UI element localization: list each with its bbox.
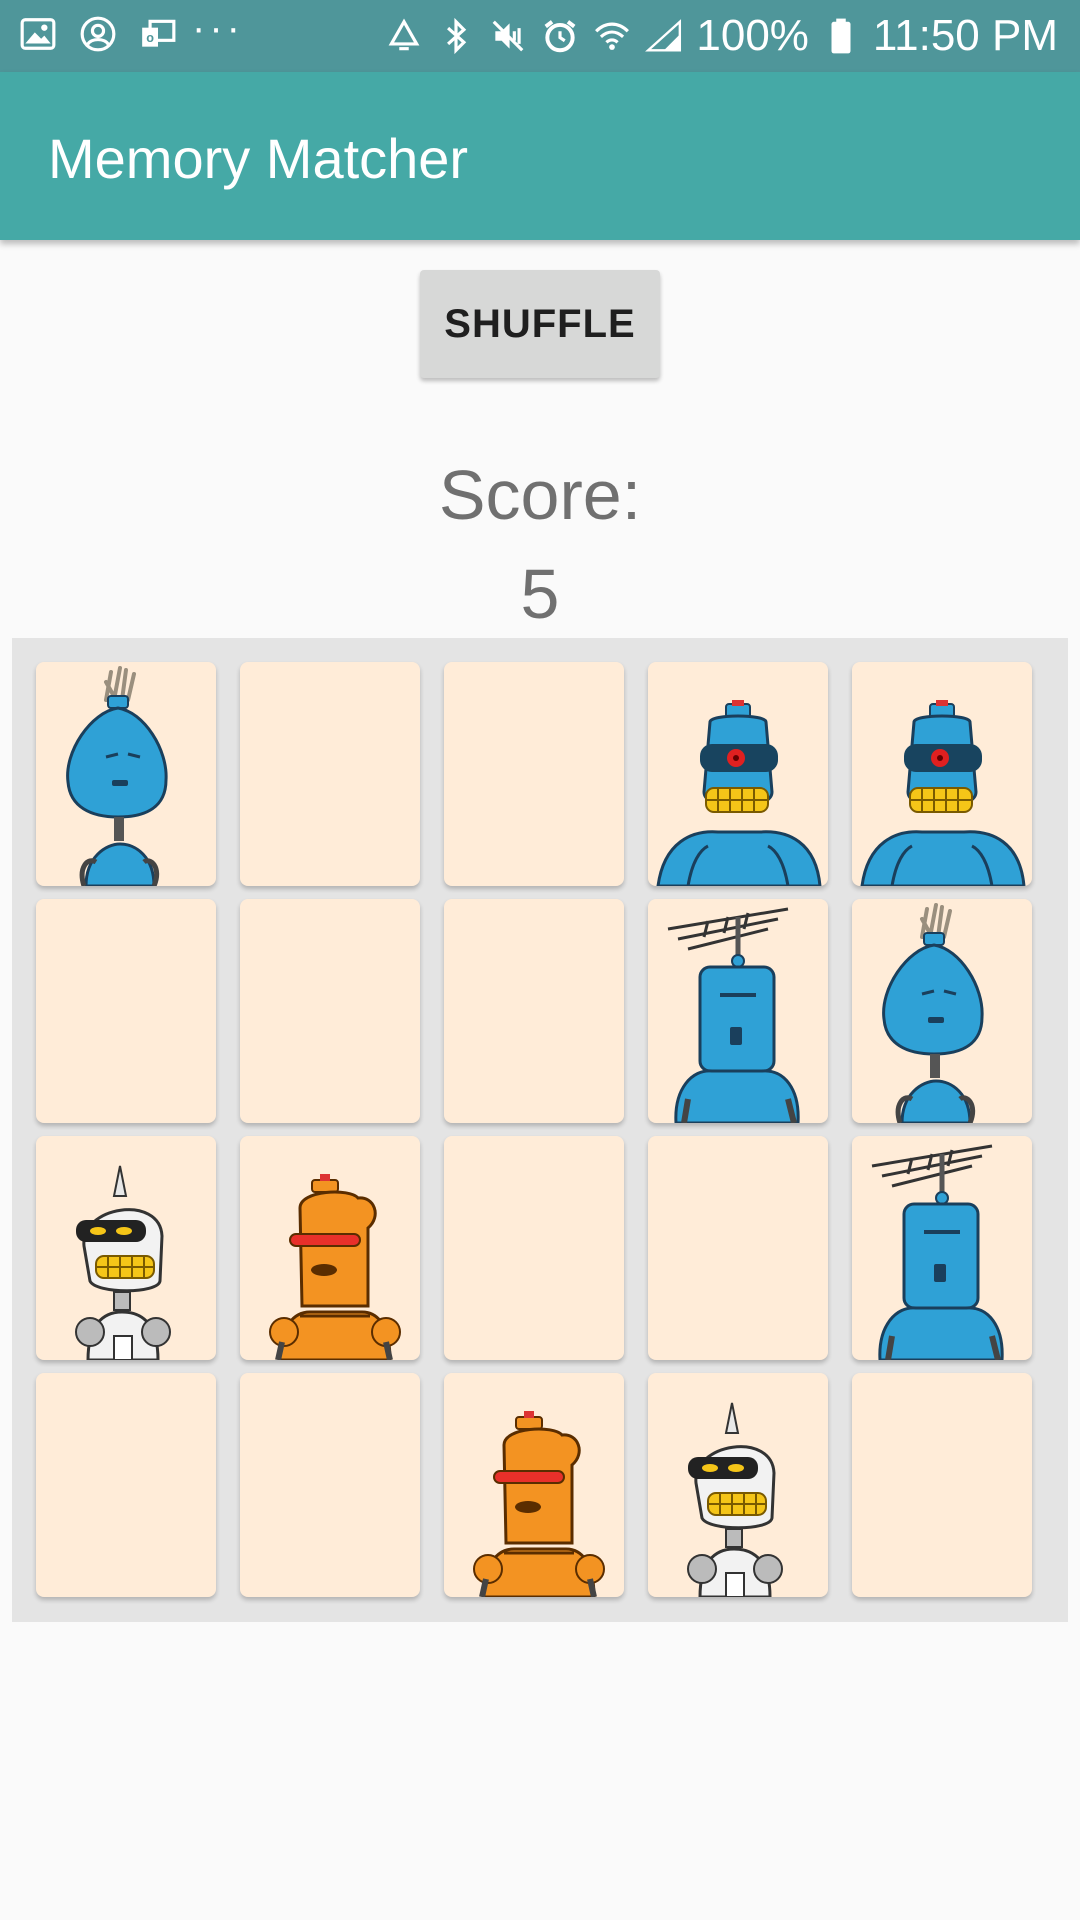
bluetooth-icon (436, 16, 476, 56)
account-icon (78, 14, 118, 54)
battery-percent: 100% (696, 11, 809, 60)
robot-silver-image (648, 1373, 828, 1597)
memory-card[interactable] (648, 1136, 828, 1360)
memory-card[interactable] (444, 1373, 624, 1597)
memory-card[interactable] (36, 899, 216, 1123)
robot-cyclops-image (648, 662, 828, 886)
battery-icon (821, 16, 861, 56)
card-board (12, 638, 1068, 1622)
memory-card[interactable] (648, 1373, 828, 1597)
status-right-icons: 100% 11:50 PM (384, 10, 1058, 62)
memory-card[interactable] (852, 662, 1032, 886)
robot-orange-image (444, 1373, 624, 1597)
status-left-icons: o ··· (18, 8, 240, 54)
shuffle-button[interactable]: SHUFFLE (420, 270, 660, 378)
svg-text:o: o (146, 31, 154, 45)
robot-antenna-image (648, 899, 828, 1123)
memory-card[interactable] (36, 662, 216, 886)
memory-card[interactable] (240, 1373, 420, 1597)
robot-silver-image (36, 1136, 216, 1360)
email-icon: o (138, 14, 178, 54)
gallery-icon (18, 14, 58, 54)
more-dots-icon: ··· (192, 6, 244, 50)
memory-card[interactable] (36, 1136, 216, 1360)
memory-card[interactable] (444, 899, 624, 1123)
score-value: 5 (520, 555, 560, 633)
app-title: Memory Matcher (48, 127, 469, 190)
memory-card[interactable] (240, 1136, 420, 1360)
memory-card[interactable] (852, 1136, 1032, 1360)
memory-card[interactable] (444, 662, 624, 886)
memory-card[interactable] (648, 662, 828, 886)
memory-card[interactable] (852, 1373, 1032, 1597)
memory-card[interactable] (852, 899, 1032, 1123)
memory-card[interactable] (36, 1373, 216, 1597)
clock: 11:50 PM (872, 11, 1058, 60)
wifi-icon (592, 16, 632, 56)
score-label: Score: (438, 456, 642, 534)
robot-orange-image (240, 1136, 420, 1360)
recycle-icon (384, 16, 424, 56)
memory-card[interactable] (240, 899, 420, 1123)
mute-icon (488, 16, 528, 56)
app-bar: Memory Matcher (0, 72, 1080, 240)
alarm-icon (540, 16, 580, 56)
robot-hair-image (852, 899, 1032, 1123)
memory-card[interactable] (240, 662, 420, 886)
robot-hair-image (36, 662, 216, 886)
status-bar: o ··· 100% 11:50 PM (0, 0, 1080, 72)
memory-card[interactable] (648, 899, 828, 1123)
memory-card[interactable] (444, 1136, 624, 1360)
robot-cyclops-image (852, 662, 1032, 886)
signal-icon (644, 16, 684, 56)
robot-antenna-image (852, 1136, 1032, 1360)
